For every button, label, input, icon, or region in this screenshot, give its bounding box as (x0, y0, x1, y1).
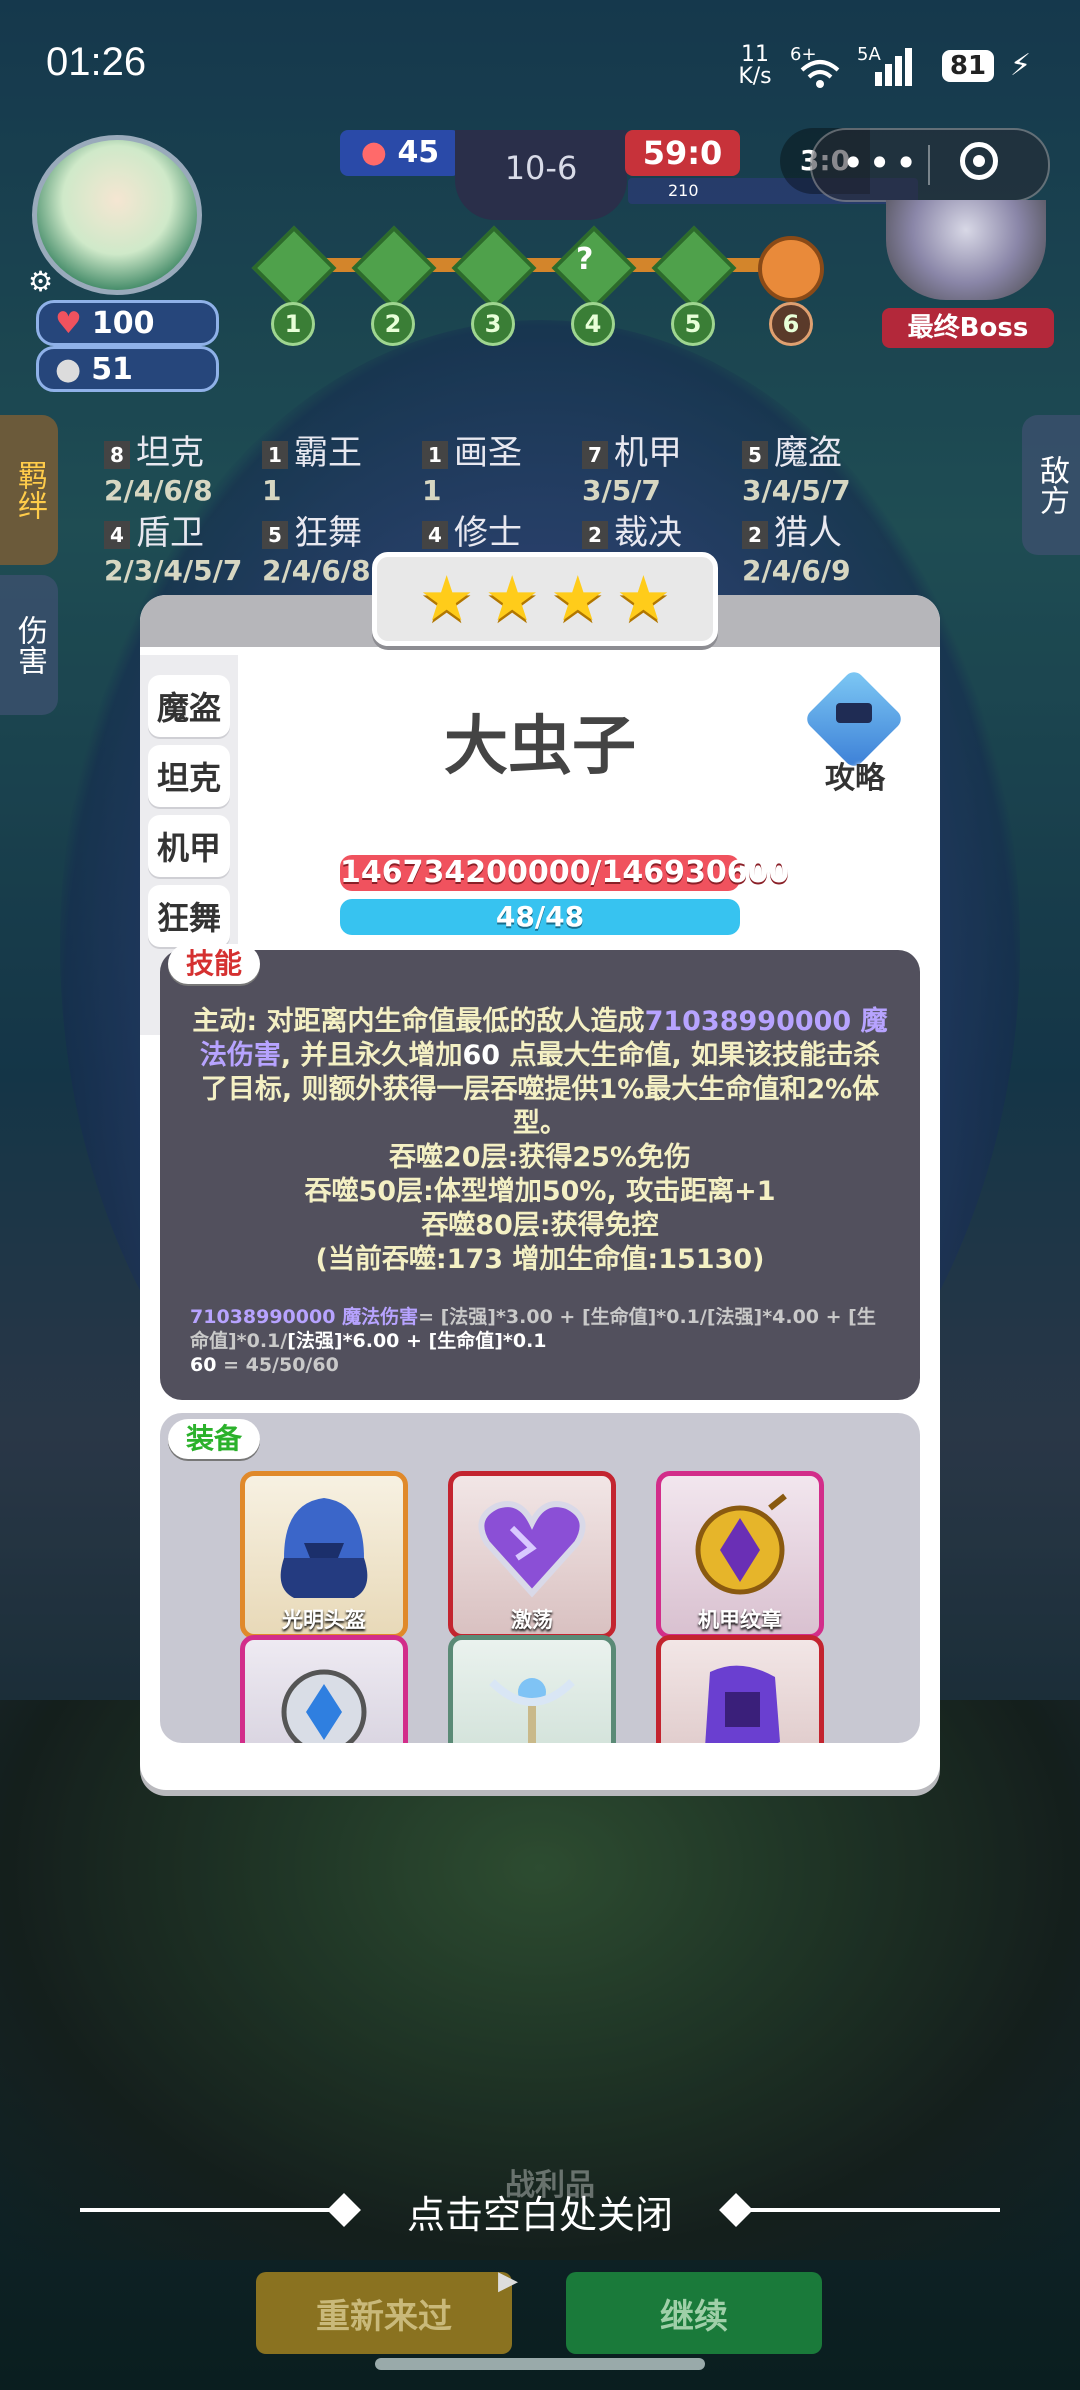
skill-description: 主动: 对距离内生命值最低的敌人造成71038990000 魔法伤害, 并且永久… (192, 1006, 888, 1275)
equipment-tag: 装备 (168, 1419, 261, 1459)
star-icon: ★ (550, 562, 606, 635)
player-coin-value: 51 (91, 351, 133, 387)
class-tab[interactable]: 机甲 (148, 815, 230, 877)
net-speed: 11 K/s (735, 44, 775, 88)
heart-icon (478, 1501, 586, 1598)
guide-button[interactable]: 攻略 (800, 668, 910, 796)
more-menu-icon[interactable]: ••• (842, 144, 921, 182)
hero-star-rating: ★ ★ ★ ★ (372, 552, 718, 646)
home-indicator[interactable] (375, 2358, 705, 2370)
guide-label: 攻略 (825, 761, 885, 796)
equipment-item[interactable] (656, 1635, 824, 1743)
retry-label: 重新来过 (316, 2296, 452, 2337)
boss-avatar[interactable] (886, 200, 1046, 300)
void-cube-icon (705, 1665, 780, 1743)
diamond-left-icon (327, 2193, 361, 2227)
stage-label: 10-6 (455, 130, 627, 220)
net-speed-unit: K/s (738, 64, 772, 89)
equipment-name: 光明头盔 (282, 1608, 366, 1632)
equipment-panel: 装备 光明头盔 激荡 机甲纹章 (160, 1413, 920, 1743)
class-tab[interactable]: 坦克 (148, 745, 230, 807)
tab-synergy[interactable]: 羁绊 (0, 415, 58, 565)
skill-tag: 技能 (168, 944, 261, 984)
staff-icon (489, 1678, 575, 1743)
round-number-2: 2 (371, 302, 415, 346)
round-number-6: 6 (769, 302, 813, 346)
player-hp-value: 100 (91, 305, 155, 341)
skill-panel: 技能 主动: 对距离内生命值最低的敌人造成71038990000 魔法伤害, 并… (160, 944, 920, 1400)
synergy-item[interactable]: 1 霸王 1 (262, 425, 362, 507)
mystery-mark: ? (576, 242, 594, 277)
hero-name: 大虫子 (444, 710, 636, 784)
status-time: 01:26 (46, 40, 147, 84)
divider-right (740, 2208, 1000, 2212)
player-hp-badge: ♥ 100 (36, 300, 219, 346)
class-tab[interactable]: 狂舞 (148, 885, 230, 947)
equipment-item-mecha-emblem[interactable]: 机甲纹章 (656, 1471, 824, 1639)
heart-icon: ♥ (55, 305, 82, 341)
divider-left (80, 2208, 340, 2212)
emblem-icon (695, 1493, 787, 1595)
synergy-item[interactable]: 7 机甲 3/5/7 (582, 425, 682, 507)
round-number-1: 1 (271, 302, 315, 346)
synergy-item[interactable]: 4 盾卫 2/3/4/5/7 (104, 505, 242, 587)
final-boss-label: 最终Boss (882, 308, 1054, 348)
hero-hp-bar: 146734200000/146930600 (340, 855, 790, 891)
equipment-item-bright-helmet[interactable]: 光明头盔 (240, 1471, 408, 1639)
miniprogram-capsule: ••• (810, 128, 1050, 202)
close-hint-bar[interactable]: 点击空白处关闭 (0, 2180, 1080, 2240)
equipment-item[interactable] (448, 1635, 616, 1743)
synergy-item[interactable]: 2 猎人 2/4/6/9 (742, 505, 851, 587)
tab-damage[interactable]: 伤害 (0, 575, 58, 715)
synergy-item[interactable]: 4 修士 (422, 505, 522, 554)
signal-icon: 5A (857, 44, 917, 88)
retry-button[interactable]: 重新来过 ▶ (256, 2266, 518, 2354)
video-ad-icon: ▶ (498, 2266, 518, 2296)
helmet-icon (280, 1498, 368, 1598)
synergy-item[interactable]: 8 坦克 2/4/6/8 (104, 425, 213, 507)
boss-round-skull-icon (758, 236, 824, 302)
hero-mana-bar: 48/48 (340, 899, 740, 935)
synergy-item[interactable]: 5 魔盗 3/4/5/7 (742, 425, 851, 507)
signal-label: 5A (857, 44, 881, 65)
wifi-icon: 6+ (790, 44, 850, 88)
round-number-5: 5 (671, 302, 715, 346)
equipment-item-surge[interactable]: 激荡 (448, 1471, 616, 1639)
item-count: 210 (668, 181, 699, 200)
star-icon: ★ (418, 562, 475, 635)
star-icon: ★ (484, 562, 540, 635)
enemy-count-badge: ● 45 (340, 130, 460, 176)
battery-indicator: 81 (942, 50, 994, 82)
player-coin-badge: ● 51 (36, 346, 219, 392)
equipment-name: 机甲纹章 (698, 1608, 782, 1632)
synergy-item[interactable]: 5 狂舞 2/4/6/8 (262, 505, 371, 587)
settings-gear-icon[interactable]: ⚙ (28, 265, 53, 298)
tab-enemy[interactable]: 敌方 (1022, 415, 1080, 555)
skill-formula: 71038990000 魔法伤害= [法强]*3.00 + [生命值]*0.1/… (190, 1306, 876, 1376)
crystal-emblem-icon (281, 1669, 367, 1743)
round-number-3: 3 (471, 302, 515, 346)
close-hint-text: 点击空白处关闭 (406, 2193, 673, 2237)
round-number-4: 4 (571, 302, 615, 346)
flame-icon: ● (360, 135, 387, 170)
hero-detail-panel: 魔盗 坦克 机甲 狂舞 大虫子 攻略 146734200000/14693060… (140, 595, 940, 1790)
score-badge: 59:0 (625, 130, 740, 176)
class-tab[interactable]: 魔盗 (148, 675, 230, 737)
close-miniprogram-icon[interactable] (960, 142, 998, 180)
charging-icon: ⚡ (1010, 48, 1032, 83)
synergy-item[interactable]: 2 裁决 (582, 505, 682, 554)
player-avatar[interactable] (32, 135, 202, 295)
equipment-item[interactable] (240, 1635, 408, 1743)
enemy-count-value: 45 (397, 135, 440, 170)
net-speed-value: 11 (741, 42, 769, 67)
equipment-name: 激荡 (511, 1608, 553, 1632)
continue-button[interactable]: 继续 (566, 2272, 822, 2354)
synergy-item[interactable]: 1 画圣 1 (422, 425, 522, 507)
star-icon: ★ (615, 562, 672, 635)
coin-icon: ● (55, 351, 82, 387)
